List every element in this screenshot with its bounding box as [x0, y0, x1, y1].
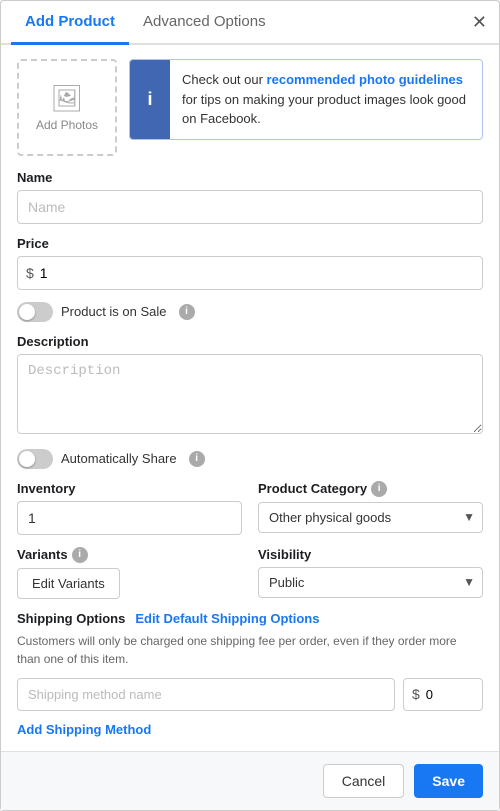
add-photos-area[interactable]: 🖼 Add Photos — [17, 59, 117, 156]
info-box: i Check out our recommended photo guidel… — [129, 59, 483, 140]
category-label-row: Product Category i — [258, 481, 483, 497]
visibility-label: Visibility — [258, 547, 483, 562]
sale-toggle[interactable] — [17, 302, 53, 322]
variants-label: Variants — [17, 547, 68, 562]
tab-add-product[interactable]: Add Product — [11, 1, 129, 45]
price-input[interactable] — [36, 257, 474, 289]
tab-bar: Add Product Advanced Options ✕ — [1, 1, 499, 45]
edit-variants-button[interactable]: Edit Variants — [17, 568, 120, 599]
price-prefix: $ — [26, 265, 34, 281]
shipping-price-input[interactable] — [422, 679, 474, 710]
inventory-label: Inventory — [17, 481, 242, 496]
variants-group: Variants i Edit Variants — [17, 547, 242, 599]
inventory-input[interactable] — [17, 501, 242, 535]
variants-visibility-row: Variants i Edit Variants Visibility Publ… — [17, 547, 483, 599]
category-select[interactable]: Other physical goods Clothing Electronic… — [258, 502, 483, 533]
save-button[interactable]: Save — [414, 764, 483, 798]
auto-share-info-icon[interactable]: i — [189, 451, 205, 467]
description-input[interactable] — [17, 354, 483, 434]
info-box-text: Check out our recommended photo guidelin… — [170, 60, 482, 139]
name-field-group: Name — [17, 170, 483, 224]
price-input-wrapper: $ — [17, 256, 483, 290]
name-label: Name — [17, 170, 483, 185]
shipping-method-row: $ — [17, 678, 483, 711]
close-icon[interactable]: ✕ — [472, 13, 487, 31]
shipping-description: Customers will only be charged one shipp… — [17, 632, 483, 668]
edit-shipping-link[interactable]: Edit Default Shipping Options — [135, 611, 319, 626]
visibility-group: Visibility Public Private Hidden ▼ — [258, 547, 483, 599]
modal-body: 🖼 Add Photos i Check out our recommended… — [1, 45, 499, 751]
auto-share-toggle[interactable] — [17, 449, 53, 469]
auto-share-label: Automatically Share — [61, 451, 177, 466]
description-field-group: Description — [17, 334, 483, 437]
add-product-modal: Add Product Advanced Options ✕ 🖼 Add Pho… — [0, 0, 500, 811]
category-label: Product Category — [258, 481, 367, 496]
auto-share-toggle-row: Automatically Share i — [17, 449, 483, 469]
shipping-section: Shipping Options Edit Default Shipping O… — [17, 611, 483, 737]
info-icon: i — [130, 60, 170, 139]
sale-toggle-row: Product is on Sale i — [17, 302, 483, 322]
top-section: 🖼 Add Photos i Check out our recommended… — [17, 59, 483, 156]
shipping-header: Shipping Options Edit Default Shipping O… — [17, 611, 483, 626]
shipping-method-name-input[interactable] — [17, 678, 395, 711]
cancel-button[interactable]: Cancel — [323, 764, 405, 798]
photo-icon: 🖼 — [50, 83, 83, 114]
tab-advanced-options[interactable]: Advanced Options — [129, 1, 280, 45]
add-photos-label: Add Photos — [36, 118, 98, 132]
add-shipping-method-link[interactable]: Add Shipping Method — [17, 722, 151, 737]
category-select-wrapper: Other physical goods Clothing Electronic… — [258, 502, 483, 533]
name-input[interactable] — [17, 190, 483, 224]
visibility-select-wrapper: Public Private Hidden ▼ — [258, 567, 483, 598]
category-group: Product Category i Other physical goods … — [258, 481, 483, 535]
description-label: Description — [17, 334, 483, 349]
inventory-group: Inventory — [17, 481, 242, 535]
shipping-price-wrapper: $ — [403, 678, 483, 711]
auto-share-toggle-knob — [19, 451, 35, 467]
variants-label-row: Variants i — [17, 547, 242, 563]
sale-toggle-label: Product is on Sale — [61, 304, 167, 319]
visibility-select[interactable]: Public Private Hidden — [258, 567, 483, 598]
shipping-price-prefix: $ — [412, 686, 420, 702]
shipping-title: Shipping Options — [17, 611, 125, 626]
photo-guidelines-link[interactable]: recommended photo guidelines — [267, 72, 463, 87]
price-label: Price — [17, 236, 483, 251]
sale-toggle-knob — [19, 304, 35, 320]
category-info-icon[interactable]: i — [371, 481, 387, 497]
variants-info-icon[interactable]: i — [72, 547, 88, 563]
modal-footer: Cancel Save — [1, 751, 499, 810]
sale-info-icon[interactable]: i — [179, 304, 195, 320]
inventory-category-row: Inventory Product Category i Other physi… — [17, 481, 483, 535]
price-field-group: Price $ — [17, 236, 483, 290]
